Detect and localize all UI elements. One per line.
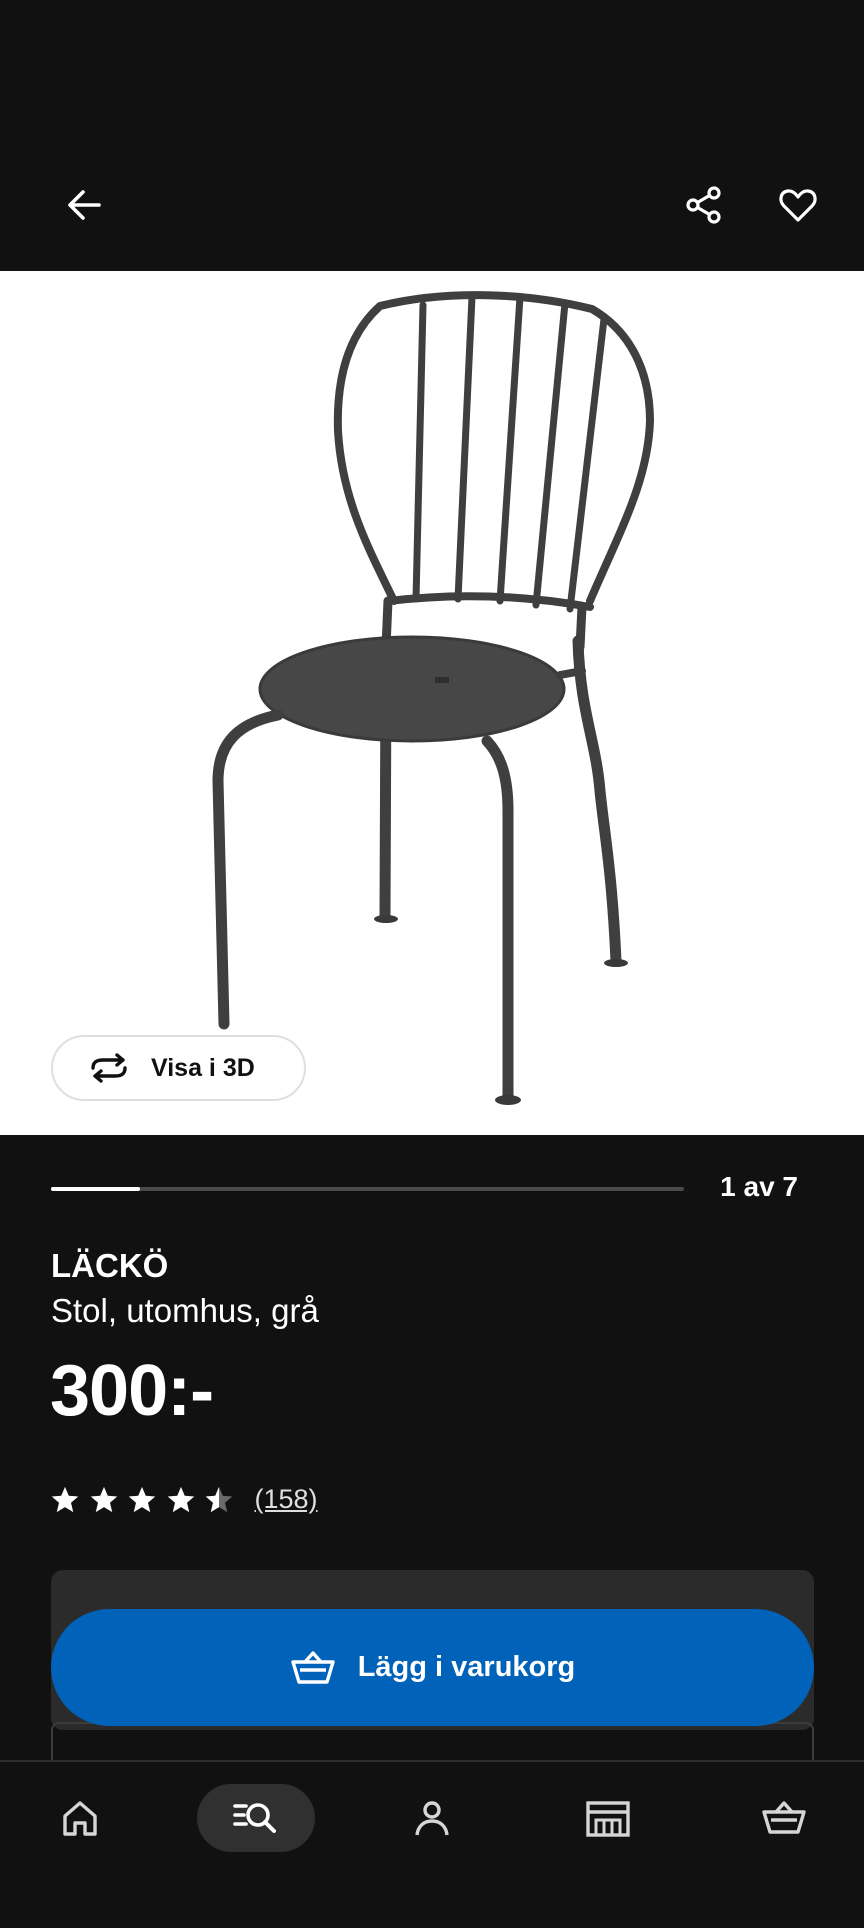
star-full-icon [90,1486,117,1512]
profile-icon [415,1801,449,1836]
store-icon [586,1801,630,1837]
favorite-button[interactable] [762,169,834,241]
home-icon [63,1801,97,1836]
product-name: LÄCKÖ [51,1247,169,1284]
star-full-icon [51,1486,79,1512]
gallery-progress-bar [51,1187,684,1191]
product-price: 300:- [50,1351,214,1431]
add-to-cart-button[interactable]: Lägg i varukorg [51,1609,814,1726]
product-description: Stol, utomhus, grå [51,1292,319,1329]
review-count-link[interactable]: (158) [255,1484,318,1515]
basket-icon [762,1801,806,1834]
star-full-icon [128,1486,156,1512]
view-in-3d-button[interactable]: Visa i 3D [51,1035,306,1101]
nav-stores[interactable] [549,1784,667,1852]
star-half-icon [205,1486,233,1512]
gallery-progress-fill [51,1187,140,1191]
rotate-3d-icon [91,1053,127,1083]
back-button[interactable] [48,169,120,241]
star-full-icon [167,1486,194,1512]
share-icon [686,186,721,224]
heart-icon [779,189,817,222]
view-in-3d-label: Visa i 3D [151,1053,255,1082]
image-counter: 1 av 7 [720,1171,798,1202]
nav-search[interactable] [197,1784,315,1852]
chair-product-image [212,291,654,1105]
product-image-gallery[interactable]: Visa i 3D [0,271,864,1135]
product-rating[interactable]: (158) [50,1484,318,1515]
basket-icon [291,1650,335,1684]
add-to-cart-label: Lägg i varukorg [357,1651,576,1683]
nav-profile[interactable] [373,1784,491,1852]
bottom-navigation-bar [0,1760,864,1928]
nav-home[interactable] [21,1784,139,1852]
search-icon [233,1803,276,1833]
nav-basket[interactable] [725,1784,843,1852]
top-app-bar [0,0,864,271]
share-button[interactable] [668,169,740,241]
arrow-left-icon [68,190,101,220]
